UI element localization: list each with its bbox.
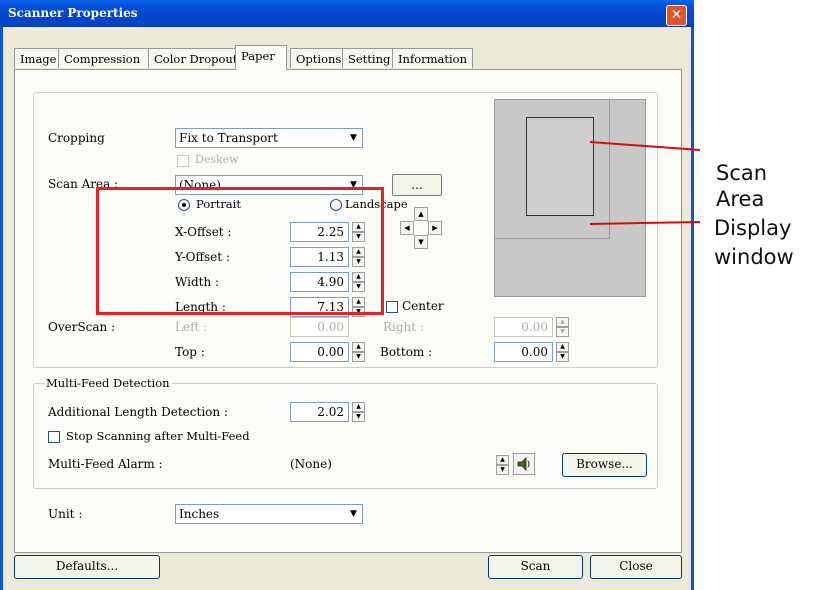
overscan-label: OverScan : [48, 320, 116, 334]
stop-scanning-label: Stop Scanning after Multi-Feed [66, 429, 250, 443]
overscan-bottom-field[interactable]: 0.00 [494, 342, 553, 362]
additional-length-field[interactable]: 2.02 [290, 402, 349, 422]
overscan-left-field[interactable]: 0.00 [290, 317, 349, 337]
cropping-label: Cropping [48, 131, 105, 145]
display-window-leader [589, 221, 701, 225]
display-window-annotation: Display window [714, 216, 794, 269]
arrow-up-icon[interactable]: ▲ [414, 207, 428, 221]
multifeed-alarm-stepper[interactable]: ▲ ▼ [496, 455, 509, 475]
browse-button[interactable]: Browse... [562, 453, 647, 477]
overscan-right-label: Right : [383, 320, 424, 334]
deskew-label: Deskew [195, 153, 239, 166]
unit-value: Inches [179, 507, 220, 521]
chevron-down-icon[interactable]: ▼ [345, 129, 362, 147]
scan-button[interactable]: Scan [488, 555, 583, 579]
tab-setting[interactable]: Setting [342, 48, 393, 68]
multifeed-alarm-label: Multi-Feed Alarm : [48, 457, 163, 471]
overscan-top-field[interactable]: 0.00 [290, 342, 349, 362]
overscan-top-stepper[interactable]: ▲ ▼ [352, 342, 365, 362]
multifeed-alarm-value: (None) [290, 457, 332, 471]
scan-area-browse-button[interactable]: ... [392, 174, 442, 196]
deskew-checkbox[interactable] [177, 155, 189, 167]
tab-compression[interactable]: Compression [58, 48, 149, 68]
overscan-bottom-stepper[interactable]: ▲ ▼ [556, 342, 569, 362]
cropping-value: Fix to Transport [179, 131, 278, 145]
window-title: Scanner Properties [8, 6, 138, 20]
scan-area-leader [589, 141, 701, 151]
defaults-button[interactable]: Defaults... [14, 555, 160, 579]
tab-information[interactable]: Information [392, 48, 473, 68]
cropping-select[interactable]: Fix to Transport ▼ [175, 128, 363, 148]
overscan-left-label: Left : [175, 320, 208, 334]
tab-image[interactable]: Image [14, 48, 59, 68]
close-icon[interactable]: ✕ [666, 5, 687, 26]
unit-label: Unit : [48, 507, 83, 521]
arrow-down-icon[interactable]: ▼ [414, 235, 428, 249]
center-checkbox[interactable] [386, 301, 398, 313]
multifeed-group-label: Multi-Feed Detection [44, 376, 172, 390]
move-direction-pad[interactable]: ▲ ◀ ▶ ▼ [400, 207, 442, 249]
additional-length-label: Additional Length Detection : [48, 405, 228, 419]
stop-scanning-checkbox[interactable] [48, 431, 60, 443]
speaker-icon[interactable] [513, 453, 535, 475]
overscan-bottom-label: Bottom : [380, 345, 433, 359]
tab-options[interactable]: Options [290, 48, 343, 68]
highlight-box [96, 187, 384, 315]
arrow-left-icon[interactable]: ◀ [400, 221, 414, 235]
window-frame-left [0, 27, 3, 590]
scan-area-annotation: Scan Area [716, 161, 768, 211]
arrow-right-icon[interactable]: ▶ [428, 221, 442, 235]
tab-paper[interactable]: Paper [235, 45, 287, 70]
center-label: Center [402, 299, 444, 313]
preview-scan-area-rect[interactable] [526, 117, 594, 216]
window-frame-right [691, 27, 694, 590]
overscan-right-field[interactable]: 0.00 [494, 317, 553, 337]
close-button[interactable]: Close [590, 555, 682, 579]
tab-color-dropout[interactable]: Color Dropout [148, 48, 237, 68]
unit-select[interactable]: Inches ▼ [175, 504, 363, 524]
annotation-leader-lines [589, 141, 701, 225]
overscan-top-label: Top : [175, 345, 205, 359]
overscan-right-stepper[interactable]: ▲ ▼ [556, 317, 569, 337]
additional-length-stepper[interactable]: ▲ ▼ [352, 402, 365, 422]
chevron-down-icon[interactable]: ▼ [345, 505, 362, 523]
